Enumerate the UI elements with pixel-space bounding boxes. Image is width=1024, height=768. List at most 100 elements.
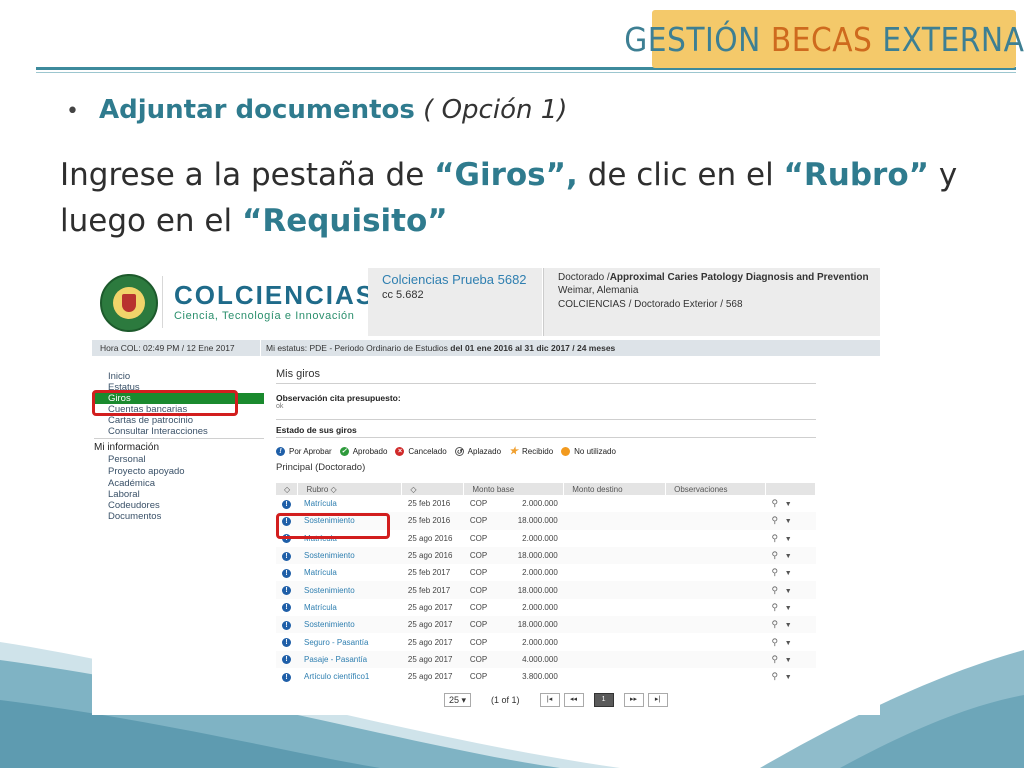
sidebar-item-inicio[interactable]: Inicio xyxy=(108,371,130,382)
chevron-down-icon[interactable]: ▼ xyxy=(785,501,792,508)
chevron-down-icon[interactable]: ▼ xyxy=(785,622,792,629)
currency: COP xyxy=(469,499,488,509)
search-icon[interactable]: ⚲ xyxy=(772,654,779,664)
chevron-down-icon[interactable]: ▼ xyxy=(785,588,792,595)
program-name: Approximal Caries Patology Diagnosis and… xyxy=(609,272,869,283)
col-monto-destino[interactable]: Monto destino xyxy=(563,483,667,495)
fecha-cell: 25 ago 2017 xyxy=(401,616,464,634)
legend-label: No utilizado xyxy=(574,447,616,456)
col-sort-status[interactable]: ◇ xyxy=(276,483,299,495)
col-fecha[interactable]: ◇ xyxy=(401,483,465,495)
info-icon: ! xyxy=(282,603,291,613)
chevron-down-icon[interactable]: ▼ xyxy=(785,640,792,647)
instruction-part-1: Ingrese a la pestaña de xyxy=(60,157,435,193)
rubro-link[interactable]: Artículo científico1 xyxy=(298,668,402,685)
sidebar-section-title: Mi información xyxy=(94,442,160,453)
rubro-link[interactable]: Matrícula xyxy=(298,599,402,616)
monto-base-cell: COP 2.000.000 xyxy=(464,633,564,650)
page-size-select[interactable]: 25 ▾ xyxy=(444,693,472,707)
col-actions xyxy=(765,483,816,495)
monto-base-cell: COP 2.000.000 xyxy=(464,599,564,616)
fecha-cell: 25 ago 2017 xyxy=(407,602,453,612)
observaciones-cell xyxy=(666,668,766,685)
estado-rule xyxy=(276,437,816,438)
amount: 2.000.000 xyxy=(522,533,558,543)
status-legend: ! Por Aprobar ✓ Aprobado × Cancelado ↺ Aplaz… xyxy=(276,447,624,457)
rubro-link[interactable]: Matrícula xyxy=(298,564,402,581)
user-name[interactable]: Colciencias Prueba 5682 xyxy=(382,272,527,287)
legend-por-aprobar: ! Por Aprobar xyxy=(276,447,332,456)
portal-header: COLCIENCIAS Ciencia, Tecnología e Innova… xyxy=(92,268,880,336)
status-cell: ! xyxy=(276,650,298,668)
search-icon[interactable]: ⚲ xyxy=(772,515,779,525)
rubro-link[interactable]: Sostenimiento xyxy=(297,581,402,599)
sidebar-item-interacciones[interactable]: Consultar Interacciones xyxy=(108,426,208,437)
legend-label: Aplazado xyxy=(467,447,502,456)
current-page-button[interactable]: 1 xyxy=(593,693,614,707)
chevron-down-icon[interactable]: ▼ xyxy=(785,674,792,681)
brand-word-3: EXTERNAS xyxy=(882,19,1024,59)
chevron-down-icon[interactable]: ▼ xyxy=(785,657,792,664)
search-icon[interactable]: ⚲ xyxy=(772,567,779,577)
chevron-down-icon[interactable]: ▼ xyxy=(785,553,792,560)
sidebar-item-proyecto[interactable]: Proyecto apoyado xyxy=(108,466,185,477)
principal-title: Principal (Doctorado) xyxy=(276,462,366,473)
rubro-link[interactable]: Sostenimiento xyxy=(297,546,402,565)
search-icon[interactable]: ⚲ xyxy=(772,533,779,543)
monto-base-cell: COP 18.000.000 xyxy=(463,512,564,530)
col-monto-base[interactable]: Monto base xyxy=(463,483,565,495)
page-info: (1 of 1) xyxy=(491,695,520,705)
my-status: Mi estatus: PDE - Periodo Ordinario de E… xyxy=(266,343,615,353)
fecha-cell: 25 ago 2016 xyxy=(407,533,453,543)
first-page-button[interactable]: |◂ xyxy=(539,693,560,707)
rubro-link[interactable]: Pasaje - Pasantía xyxy=(297,650,402,668)
program-location: Weimar, Alemania xyxy=(558,285,639,296)
rubro-link[interactable]: Sostenimiento xyxy=(297,616,402,634)
search-icon[interactable]: ⚲ xyxy=(772,550,779,560)
chevron-down-icon[interactable]: ▼ xyxy=(785,536,792,543)
status-al: al xyxy=(515,343,523,353)
info-icon: ! xyxy=(282,655,291,665)
rubro-link[interactable]: Matrícula xyxy=(298,495,402,512)
header-rule-thin xyxy=(36,72,1016,73)
sidebar-item-cartas[interactable]: Cartas de patrocinio xyxy=(108,415,193,426)
fecha-cell: 25 feb 2017 xyxy=(407,568,451,578)
colciencias-logo: COLCIENCIAS xyxy=(174,280,376,310)
sidebar-item-academica[interactable]: Académica xyxy=(108,478,155,489)
monto-destino-cell xyxy=(564,495,666,512)
col-rubro[interactable]: Rubro ◇ xyxy=(297,483,403,495)
status-label: Mi estatus: xyxy=(266,343,308,353)
search-icon[interactable]: ⚲ xyxy=(772,637,779,647)
actions-cell: ⚲ ▼ xyxy=(765,512,816,530)
highlight-giros xyxy=(92,390,238,416)
sidebar-item-personal[interactable]: Personal xyxy=(108,454,146,465)
search-icon[interactable]: ⚲ xyxy=(772,671,779,681)
search-icon[interactable]: ⚲ xyxy=(772,498,779,508)
currency: COP xyxy=(469,672,488,682)
chevron-down-icon[interactable]: ▼ xyxy=(785,570,792,577)
rubro-link[interactable]: Seguro - Pasantía xyxy=(298,633,402,650)
col-observaciones[interactable]: Observaciones xyxy=(665,483,767,495)
info-icon: ! xyxy=(282,638,291,648)
sidebar-item-laboral[interactable]: Laboral xyxy=(108,489,140,500)
sidebar-item-documentos[interactable]: Documentos xyxy=(108,511,161,522)
amount: 3.800.000 xyxy=(522,672,558,682)
program-title: Doctorado /Approximal Caries Patology Di… xyxy=(558,272,869,283)
chevron-down-icon[interactable]: ▼ xyxy=(785,605,792,612)
currency: COP xyxy=(469,602,488,612)
search-icon[interactable]: ⚲ xyxy=(772,602,779,612)
search-icon[interactable]: ⚲ xyxy=(772,619,779,629)
chevron-down-icon[interactable]: ▼ xyxy=(785,518,792,525)
bullet-title: Adjuntar documentos xyxy=(98,95,415,125)
prev-page-button[interactable]: ◂◂ xyxy=(563,693,584,707)
check-icon: ✓ xyxy=(339,447,349,456)
amount: 18.000.000 xyxy=(517,585,558,595)
last-page-button[interactable]: ▸| xyxy=(647,693,668,707)
next-page-button[interactable]: ▸▸ xyxy=(623,693,644,707)
sidebar-item-codeudores[interactable]: Codeudores xyxy=(108,500,160,511)
brand-banner: GESTIÓN BECAS EXTERNAS xyxy=(624,10,1024,68)
status-end: 31 dic 2017 / 24 meses xyxy=(524,343,616,353)
legend-no-utilizado: No utilizado xyxy=(561,447,616,456)
search-icon[interactable]: ⚲ xyxy=(772,585,779,595)
legend-aplazado: ↺ Aplazado xyxy=(454,447,502,456)
